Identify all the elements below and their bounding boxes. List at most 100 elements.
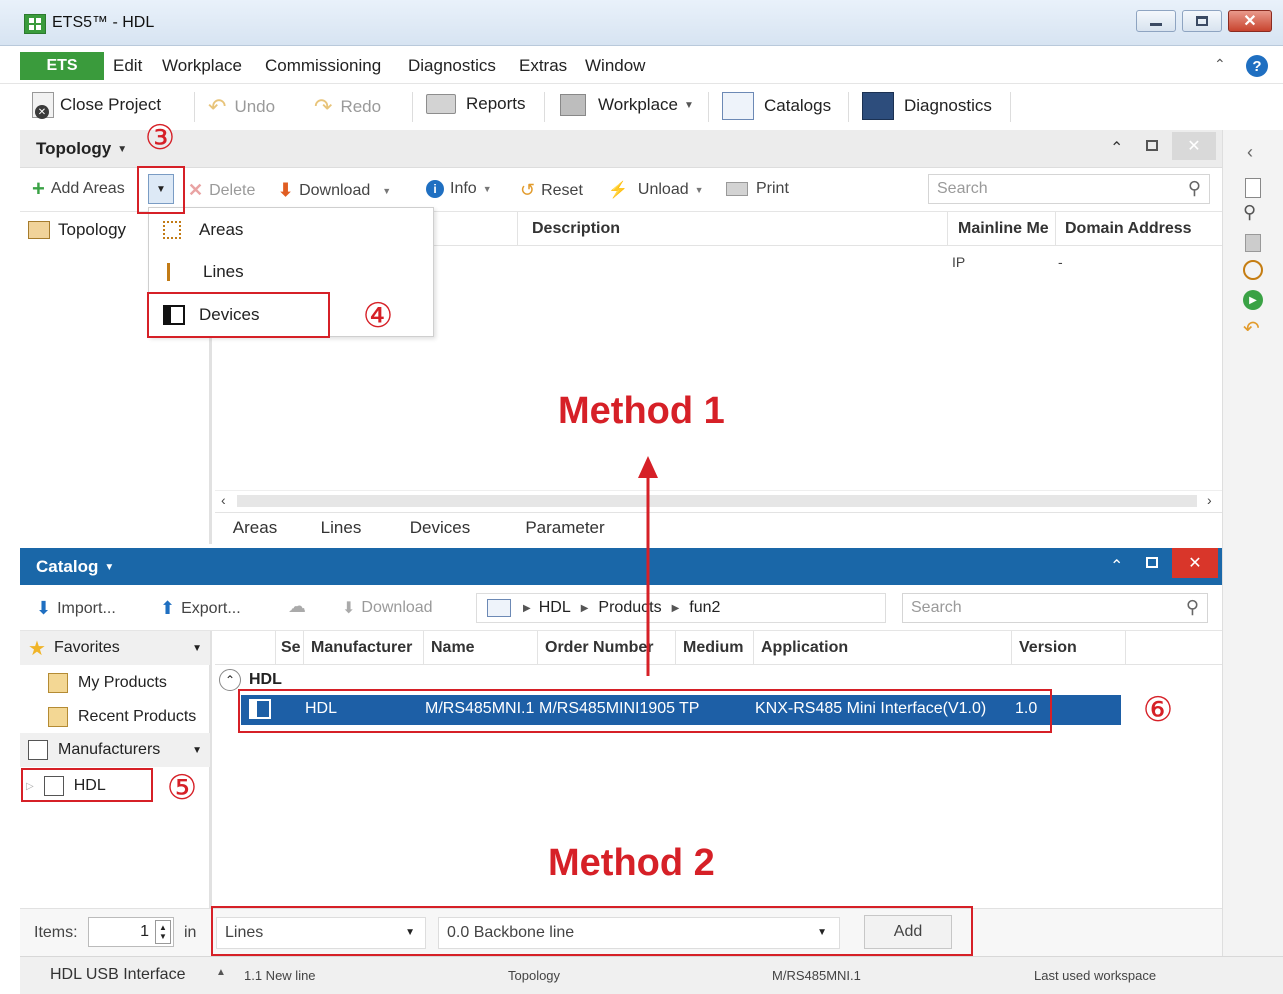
catalog-header: Catalog ▼ ⌃ ✕: [20, 548, 1222, 585]
reset-button[interactable]: ↺ Reset: [520, 180, 583, 201]
col-mainline-medium[interactable]: Mainline Me: [958, 212, 1049, 246]
catalogs-button[interactable]: Catalogs: [722, 92, 831, 120]
list-side-icon[interactable]: [1245, 234, 1261, 252]
breadcrumb-fun2[interactable]: fun2: [689, 599, 720, 617]
collapse-panel-icon[interactable]: ⌃: [1110, 556, 1123, 576]
close-project-button[interactable]: ✕ Close Project: [32, 92, 161, 119]
menu-diagnostics[interactable]: Diagnostics: [408, 56, 496, 76]
col-manufacturer[interactable]: Manufacturer: [311, 631, 412, 665]
step-5-marker: ⑤: [166, 768, 198, 808]
favorites-section[interactable]: ★ Favorites ▼: [20, 631, 210, 665]
col-medium[interactable]: Medium: [683, 631, 743, 665]
title-bar: ETS5™ - HDL ✕: [0, 0, 1283, 46]
close-project-icon: ✕: [32, 92, 54, 119]
tab-areas[interactable]: Areas: [215, 513, 295, 543]
chevron-down-icon: ▼: [694, 185, 704, 195]
close-panel-button[interactable]: ✕: [1172, 132, 1216, 160]
cloud-icon[interactable]: ☁: [288, 596, 306, 617]
export-icon: ⬆: [160, 598, 176, 618]
menu-edit[interactable]: Edit: [113, 56, 142, 76]
col-application[interactable]: Application: [761, 631, 848, 665]
items-stepper[interactable]: 1 ▲ ▼: [88, 917, 174, 947]
diagnostics-icon: [862, 92, 894, 120]
menu-extras[interactable]: Extras: [519, 56, 567, 76]
delete-button[interactable]: ✕ Delete: [188, 180, 255, 201]
minimize-button[interactable]: [1136, 10, 1176, 32]
topology-header: Topology ▼ ⌃ ✕: [20, 130, 1222, 168]
play-icon[interactable]: ▶: [1243, 290, 1263, 310]
topology-search-input[interactable]: Search ⚲: [928, 174, 1210, 204]
recent-products-item[interactable]: Recent Products: [48, 707, 196, 727]
tab-lines[interactable]: Lines: [301, 513, 381, 543]
search-side-icon[interactable]: ⚲: [1243, 202, 1256, 223]
scroll-thumb[interactable]: [237, 495, 1197, 507]
clock-icon[interactable]: [1243, 260, 1263, 280]
toolbar-sep-1: [194, 92, 195, 122]
info-button[interactable]: i Info ▼: [426, 180, 492, 198]
menu-item-areas[interactable]: Areas: [163, 220, 243, 240]
undo-button[interactable]: ↶ Undo: [208, 94, 275, 120]
import-button[interactable]: ⬇ Import...: [36, 598, 116, 619]
catalog-toolbar: ⬇ Import... ⬆ Export... ☁ ⬇ Download ▶ H…: [20, 585, 1222, 631]
status-up-icon[interactable]: ▲: [216, 967, 226, 978]
app-icon: [24, 14, 46, 34]
catalog-breadcrumb[interactable]: ▶ HDL ▶ Products ▶ fun2: [476, 593, 886, 623]
catalog-download-button[interactable]: ⬇ Download: [342, 598, 433, 618]
maximize-button[interactable]: [1182, 10, 1222, 32]
diagnostics-button[interactable]: Diagnostics: [862, 92, 992, 120]
scroll-right-icon[interactable]: ›: [1207, 492, 1212, 508]
tab-devices[interactable]: Devices: [395, 513, 485, 543]
catalog-grid-header: Se Manufacturer Name Order Number Medium…: [215, 631, 1222, 665]
status-interface[interactable]: HDL USB Interface: [50, 966, 185, 984]
print-button[interactable]: Print: [726, 180, 789, 198]
col-name[interactable]: Name: [431, 631, 475, 665]
areas-icon: [163, 221, 181, 239]
menu-window[interactable]: Window: [585, 56, 645, 76]
highlight-product-row: [238, 689, 1052, 733]
properties-icon[interactable]: [1245, 178, 1261, 198]
workplace-button[interactable]: Workplace ▼: [560, 94, 694, 116]
col-description[interactable]: Description: [532, 212, 620, 246]
export-button[interactable]: ⬆ Export...: [160, 598, 241, 619]
tree-root-topology[interactable]: Topology: [28, 220, 126, 240]
scroll-left-icon[interactable]: ‹: [221, 492, 226, 508]
toolbar-sep-6: [1010, 92, 1011, 122]
tab-parameter[interactable]: Parameter: [505, 513, 625, 543]
topology-title-dropdown[interactable]: Topology ▼: [36, 139, 127, 159]
col-domain-address[interactable]: Domain Address: [1065, 212, 1192, 246]
plus-icon: +: [32, 176, 45, 201]
manufacturers-section[interactable]: Manufacturers ▼: [20, 733, 210, 767]
undo-side-icon[interactable]: ↶: [1243, 316, 1260, 341]
collapse-panel-icon[interactable]: ⌃: [1110, 138, 1123, 158]
col-version[interactable]: Version: [1019, 631, 1077, 665]
group-hdl[interactable]: ⌃ HDL: [219, 669, 282, 691]
step-3-marker: ③: [144, 118, 176, 158]
menu-workplace[interactable]: Workplace: [162, 56, 242, 76]
topology-scrollbar[interactable]: ‹ ›: [215, 490, 1222, 510]
lines-icon: [167, 263, 181, 281]
menu-commissioning[interactable]: Commissioning: [265, 56, 381, 76]
catalog-title-dropdown[interactable]: Catalog ▼: [36, 557, 114, 577]
close-window-button[interactable]: ✕: [1228, 10, 1272, 32]
download-button[interactable]: ⬇ Download ▼: [278, 180, 391, 201]
my-products-item[interactable]: My Products: [48, 673, 167, 693]
stepper-icon[interactable]: ▲ ▼: [155, 920, 171, 944]
collapse-ribbon-icon[interactable]: ⌃: [1214, 56, 1226, 73]
toolbar-sep-5: [848, 92, 849, 122]
add-areas-button[interactable]: + Add Areas: [32, 176, 125, 201]
close-panel-button[interactable]: ✕: [1172, 548, 1218, 578]
catalog-search-input[interactable]: Search ⚲: [902, 593, 1208, 623]
ets-menu-button[interactable]: ETS: [20, 52, 104, 80]
unload-button[interactable]: ⚡ Unload ▼: [608, 180, 704, 200]
highlight-add-dropdown: [137, 166, 185, 214]
breadcrumb-hdl[interactable]: HDL: [539, 599, 571, 617]
collapse-side-icon[interactable]: ‹: [1247, 142, 1253, 163]
menu-item-lines[interactable]: Lines: [163, 262, 244, 282]
maximize-panel-icon[interactable]: [1146, 557, 1158, 568]
maximize-panel-icon[interactable]: [1146, 140, 1158, 151]
reports-button[interactable]: Reports: [426, 94, 526, 114]
chevron-right-icon: ▶: [523, 602, 531, 614]
help-icon[interactable]: ?: [1246, 55, 1268, 77]
redo-button[interactable]: ↷ Redo: [314, 94, 381, 120]
col-se[interactable]: Se: [281, 631, 301, 665]
